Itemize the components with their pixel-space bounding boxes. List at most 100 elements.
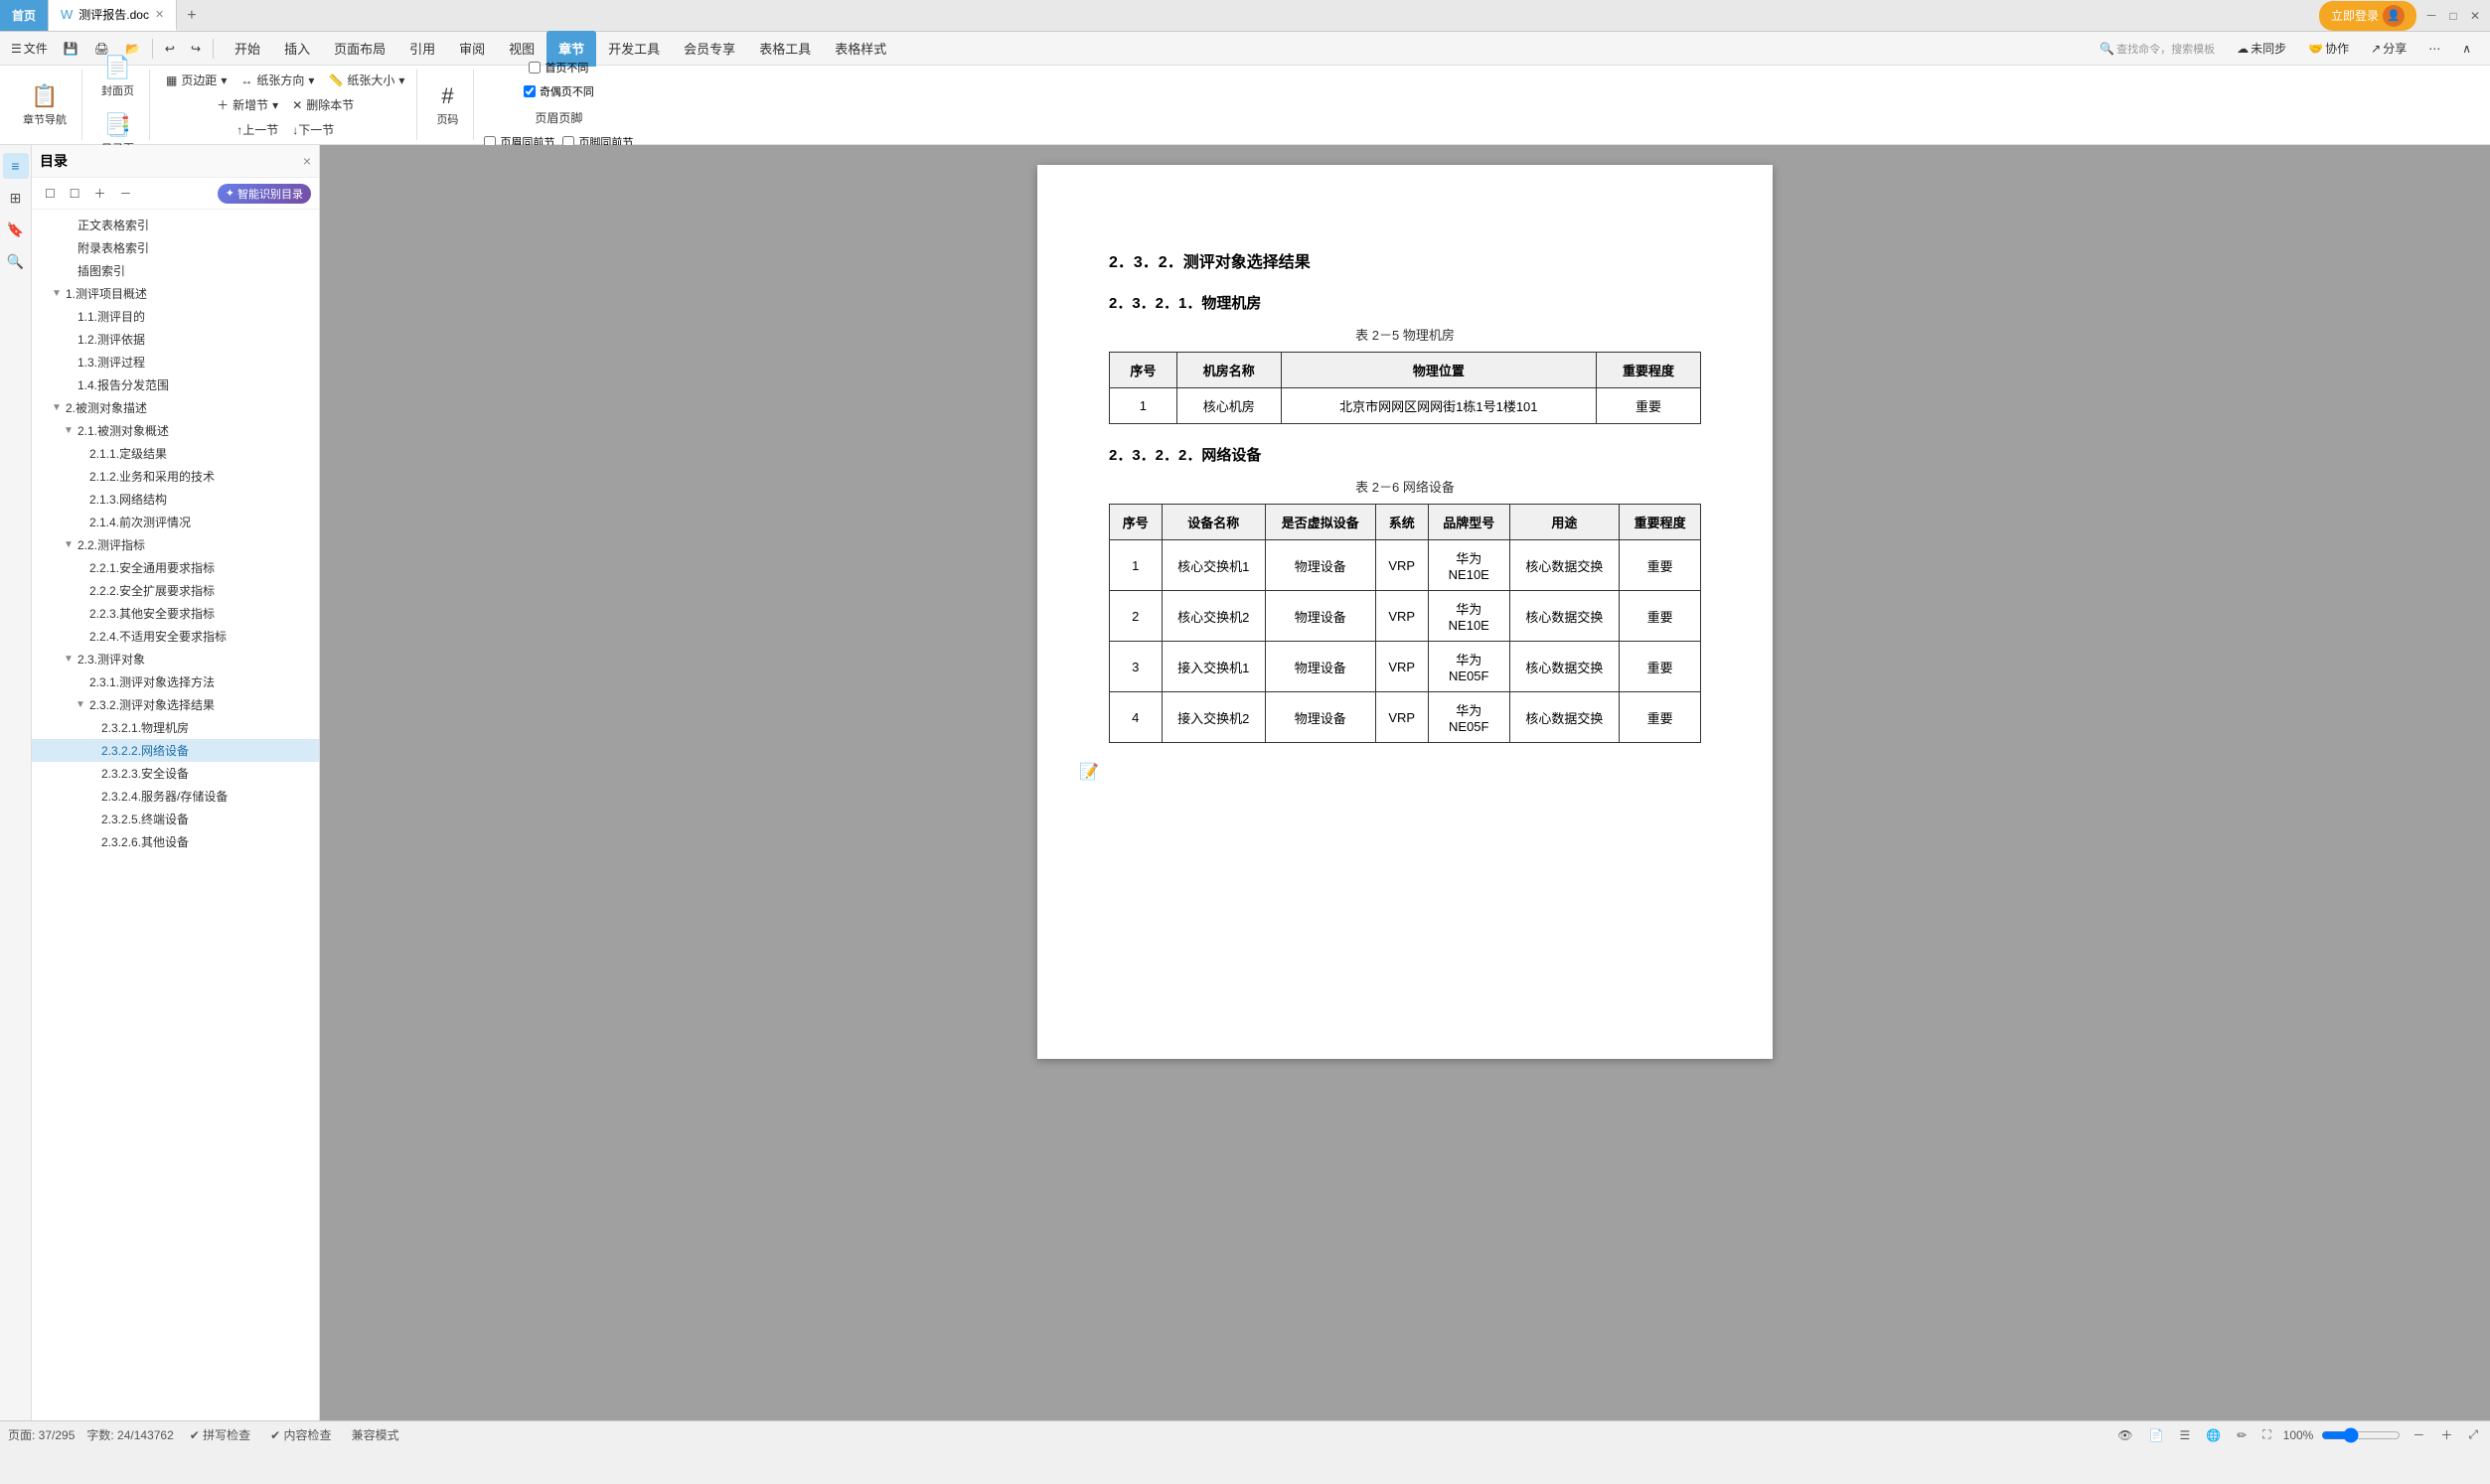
tab-table-tools[interactable]: 表格工具 <box>747 31 823 67</box>
toc-item[interactable]: ▼2.1.被测对象概述 <box>32 419 319 442</box>
prev-section-button[interactable]: ↑上一节 <box>231 119 284 140</box>
view-list-btn[interactable]: ☰ <box>2175 1427 2194 1443</box>
toc-item[interactable]: 2.3.2.3.安全设备 <box>32 762 319 785</box>
toc-item[interactable]: 2.1.2.业务和采用的技术 <box>32 465 319 488</box>
toc-item[interactable]: 2.3.2.4.服务器/存储设备 <box>32 785 319 808</box>
toc-item[interactable]: 1.2.测评依据 <box>32 328 319 351</box>
zoom-in-btn[interactable]: ＋ <box>2436 1425 2456 1444</box>
tab-add-button[interactable]: + <box>177 7 206 25</box>
left-icon-outline[interactable]: ⊞ <box>3 185 29 211</box>
header-footer-button[interactable]: 页眉页脚 <box>529 107 588 128</box>
eye-icon-btn[interactable]: 👁 <box>2113 1427 2136 1443</box>
left-icon-toc[interactable]: ≡ <box>3 153 29 179</box>
toc-item[interactable]: ▼1.测评项目概述 <box>32 282 319 305</box>
toc-item[interactable]: 附录表格索引 <box>32 236 319 259</box>
chapter-nav-button[interactable]: 📋 章节导航 <box>14 78 76 132</box>
ribbon-collapse[interactable]: ∧ <box>2455 38 2478 60</box>
tab-close-icon[interactable]: ✕ <box>155 8 164 21</box>
spell-check-btn[interactable]: ✔ 拼写检查 <box>186 1425 254 1444</box>
toc-item[interactable]: ▼2.被测对象描述 <box>32 396 319 419</box>
maximize-button[interactable]: □ <box>2446 9 2460 23</box>
toc-item[interactable]: ▼2.3.2.测评对象选择结果 <box>32 693 319 716</box>
tab-insert[interactable]: 插入 <box>272 31 322 67</box>
delete-section-button[interactable]: ✕ 删除本节 <box>286 94 360 115</box>
sidebar-tool-collapse[interactable]: － <box>115 182 137 205</box>
zoom-out-btn[interactable]: － <box>2409 1425 2428 1444</box>
redo-button[interactable]: ↪ <box>184 38 208 60</box>
cloud-sync[interactable]: ☁ 未同步 <box>2230 36 2293 61</box>
orientation-button[interactable]: ↔ 纸张方向 ▾ <box>234 70 320 90</box>
tab-layout[interactable]: 页面布局 <box>322 31 397 67</box>
doc-area[interactable]: 2．3．2．测评对象选择结果 2．3．2．1．物理机房 表 2－5 物理机房 序… <box>320 145 2490 1420</box>
collab-btn[interactable]: 🤝 协作 <box>2301 36 2356 61</box>
toc-item[interactable]: 2.1.3.网络结构 <box>32 488 319 511</box>
toc-item[interactable]: 2.3.2.2.网络设备 <box>32 739 319 762</box>
toc-item[interactable]: 2.2.1.安全通用要求指标 <box>32 556 319 579</box>
tab-vip[interactable]: 会员专享 <box>672 31 747 67</box>
cell-importance: 重要 <box>1620 591 1701 642</box>
toc-item[interactable]: 插图索引 <box>32 259 319 282</box>
sidebar-tool-check2[interactable]: ☐ <box>65 184 85 204</box>
size-button[interactable]: 📏 纸张大小 ▾ <box>322 70 410 90</box>
menu-file[interactable]: ☰ 文件 <box>4 36 55 61</box>
zoom-slider[interactable] <box>2321 1427 2401 1443</box>
odd-even-diff-check[interactable]: 奇偶页不同 <box>524 83 594 99</box>
sidebar-tool-expand[interactable]: ＋ <box>89 182 111 205</box>
content-check-btn[interactable]: ✔ 内容检查 <box>266 1425 335 1444</box>
edit-icon-btn[interactable]: ✏ <box>2233 1427 2251 1443</box>
toc-item[interactable]: 1.4.报告分发范围 <box>32 373 319 396</box>
undo-button[interactable]: ↩ <box>158 38 182 60</box>
next-section-button[interactable]: ↓下一节 <box>286 119 340 140</box>
add-section-button[interactable]: ＋ 新增节 ▾ <box>211 94 284 115</box>
ribbon-group-page-num: # 页码 <box>421 70 474 140</box>
fullscreen-expand-btn[interactable]: ⤢ <box>2464 1426 2482 1443</box>
toc-item[interactable]: 2.3.1.测评对象选择方法 <box>32 670 319 693</box>
toc-item[interactable]: 2.1.1.定级结果 <box>32 442 319 465</box>
tab-dev[interactable]: 开发工具 <box>596 31 672 67</box>
cell-system: VRP <box>1375 591 1428 642</box>
share-btn[interactable]: ↗ 分享 <box>2364 36 2413 61</box>
tab-doc[interactable]: W 测评报告.doc ✕ <box>49 0 177 31</box>
left-icon-search[interactable]: 🔍 <box>3 248 29 274</box>
toc-item[interactable]: 2.2.3.其他安全要求指标 <box>32 602 319 625</box>
search-template[interactable]: 🔍 查找命令，搜索模板 <box>2093 37 2222 61</box>
sidebar-close-button[interactable]: × <box>303 153 311 169</box>
login-button[interactable]: 立即登录 👤 <box>2319 1 2416 31</box>
odd-even-diff-checkbox[interactable] <box>524 85 536 97</box>
compat-mode-label: 兼容模式 <box>352 1426 399 1443</box>
quick-save[interactable]: 💾 <box>57 38 85 60</box>
view-normal-btn[interactable]: 📄 <box>2145 1427 2168 1443</box>
page-num-button[interactable]: # 页码 <box>427 78 467 132</box>
tab-reference[interactable]: 引用 <box>397 31 447 67</box>
tab-table-style[interactable]: 表格样式 <box>823 31 898 67</box>
toc-item-label: 1.2.测评依据 <box>78 331 145 348</box>
toc-item[interactable]: 正文表格索引 <box>32 214 319 236</box>
margin-button[interactable]: ▦ 页边距 ▾ <box>160 70 233 90</box>
toc-item[interactable]: 2.3.2.6.其他设备 <box>32 830 319 853</box>
compat-mode-btn[interactable]: 兼容模式 <box>348 1425 403 1444</box>
fullscreen-btn[interactable]: ⛶ <box>2258 1426 2274 1443</box>
header-diff-checkbox[interactable] <box>529 62 541 74</box>
header-diff-check[interactable]: 首页不同 <box>529 60 588 75</box>
close-button[interactable]: ✕ <box>2468 9 2482 23</box>
toc-item[interactable]: ▼2.3.测评对象 <box>32 648 319 670</box>
toc-item[interactable]: 2.2.4.不适用安全要求指标 <box>32 625 319 648</box>
ai-toc-badge[interactable]: ✦ 智能识别目录 <box>218 184 311 204</box>
comment-icon[interactable]: 📝 <box>1079 762 1099 782</box>
tab-start[interactable]: 开始 <box>223 31 272 67</box>
toc-item[interactable]: 1.1.测评目的 <box>32 305 319 328</box>
tab-home[interactable]: 首页 <box>0 0 49 31</box>
toc-item[interactable]: 1.3.测评过程 <box>32 351 319 373</box>
toc-item[interactable]: 2.1.4.前次测评情况 <box>32 511 319 533</box>
toc-item[interactable]: 2.2.2.安全扩展要求指标 <box>32 579 319 602</box>
toc-item[interactable]: ▼2.2.测评指标 <box>32 533 319 556</box>
cover-page-button[interactable]: 📄 封面页 <box>92 50 143 103</box>
more-options[interactable]: ⋯ <box>2421 38 2447 60</box>
tab-review[interactable]: 审阅 <box>447 31 497 67</box>
left-icon-bookmark[interactable]: 🔖 <box>3 217 29 242</box>
minimize-button[interactable]: － <box>2424 9 2438 23</box>
toc-item[interactable]: 2.3.2.1.物理机房 <box>32 716 319 739</box>
view-web-btn[interactable]: 🌐 <box>2202 1427 2225 1443</box>
sidebar-tool-check1[interactable]: ☐ <box>40 184 61 204</box>
toc-item[interactable]: 2.3.2.5.终端设备 <box>32 808 319 830</box>
